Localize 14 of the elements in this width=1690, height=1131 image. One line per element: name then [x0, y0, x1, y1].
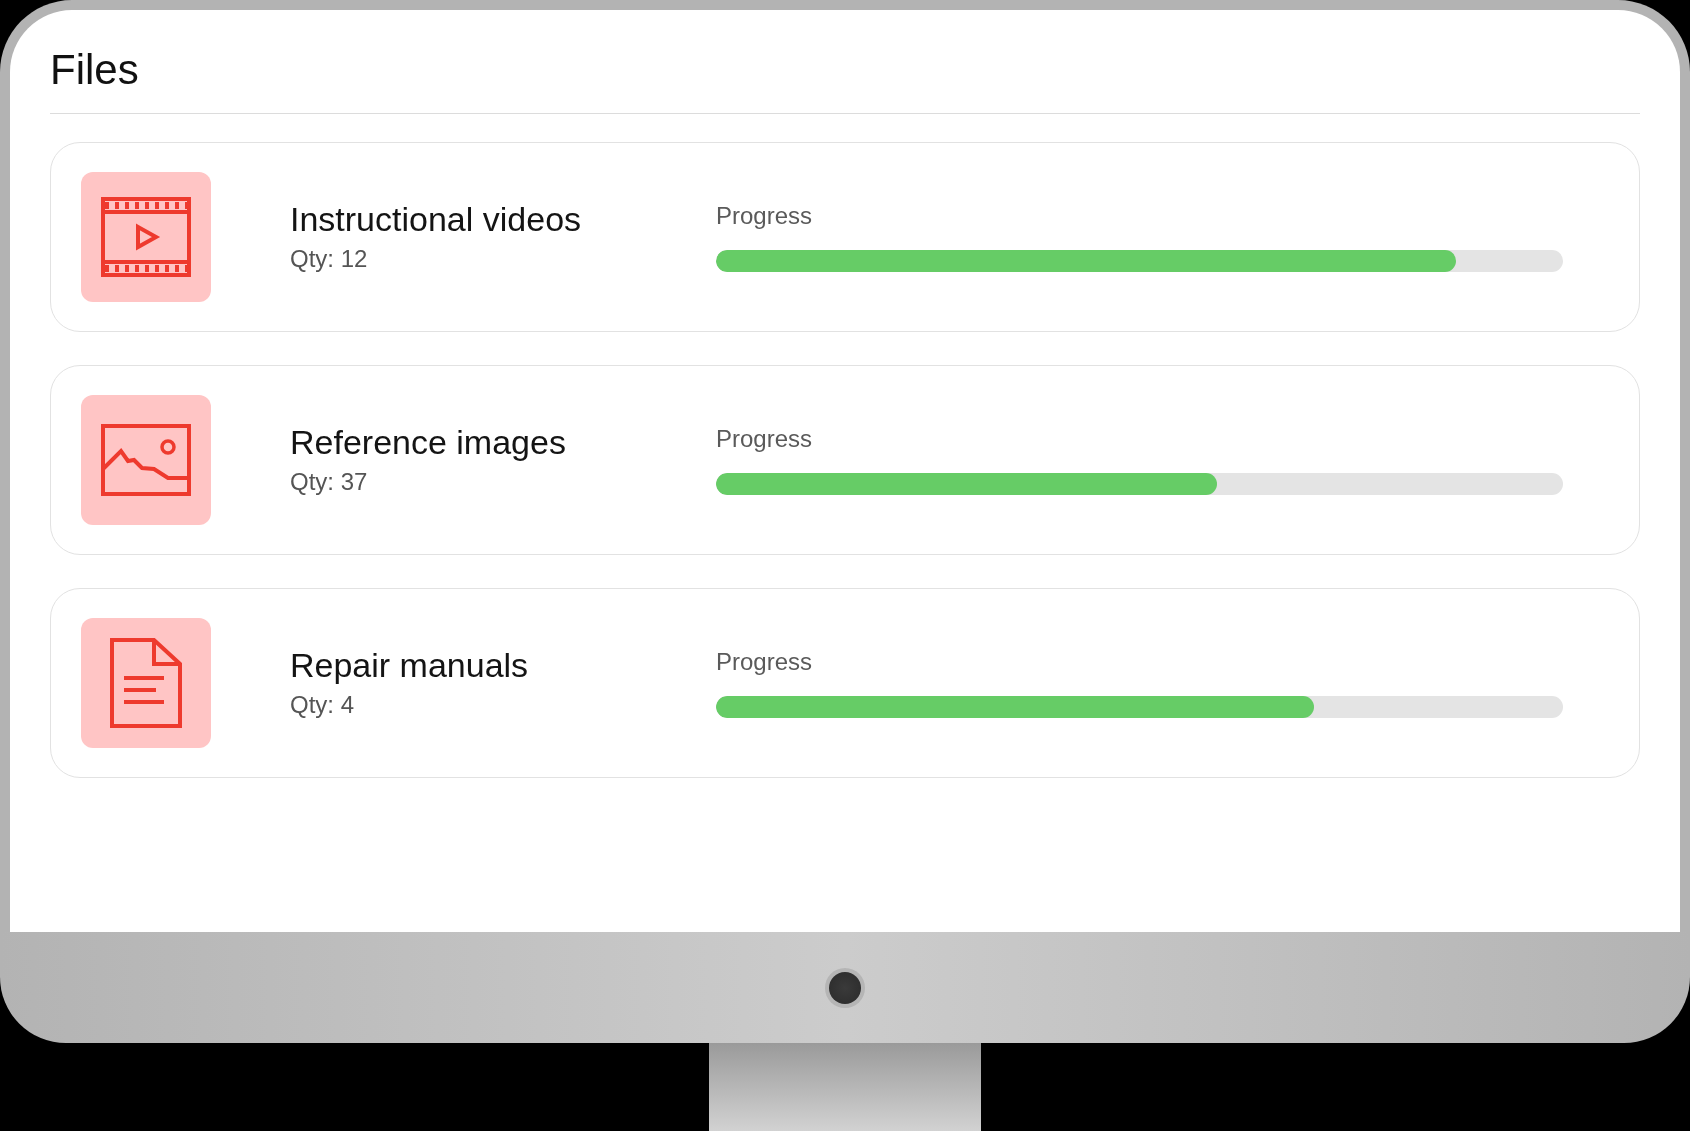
file-name: Reference images: [290, 424, 566, 460]
progress-label: Progress: [716, 425, 813, 453]
file-quantity: Qty: 4: [290, 691, 355, 719]
webcam-icon: [825, 967, 865, 1008]
file-name: Repair manuals: [290, 647, 529, 683]
file-quantity: Qty: 12: [290, 245, 368, 273]
landscape-picture-icon: [81, 395, 211, 525]
page-title: Files: [50, 46, 139, 94]
progress-label: Progress: [716, 202, 813, 230]
film-strip-icon: [81, 172, 211, 302]
document-icon: [81, 618, 211, 748]
progress-label: Progress: [716, 648, 813, 676]
file-quantity: Qty: 37: [290, 468, 368, 496]
file-name: Instructional videos: [290, 201, 582, 237]
